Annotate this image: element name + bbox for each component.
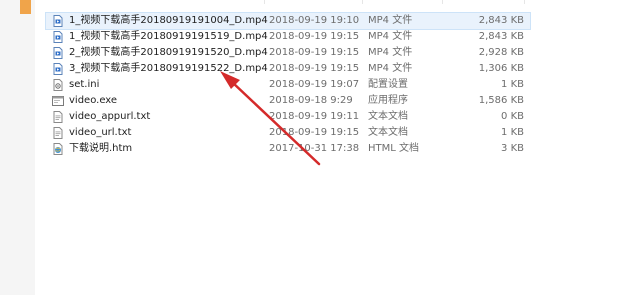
file-modified-date: 2018-09-19 19:15 [269,47,360,58]
navigation-pane [0,0,35,295]
file-name: video.exe [69,95,118,106]
folder-accent [20,0,31,14]
file-size: 1 KB [501,127,524,138]
text-file-icon [52,111,64,123]
file-modified-date: 2018-09-19 19:15 [269,127,360,138]
column-divider[interactable] [442,0,443,4]
file-row[interactable]: video.exe 2018-09-18 9:29 应用程序 1,586 KB [46,93,530,109]
file-modified-date: 2018-09-18 9:29 [269,95,353,106]
file-type: MP4 文件 [368,31,413,42]
file-name: 2_视频下载高手20180919191520_D.mp4 [69,47,268,58]
file-type: HTML 文档 [368,143,420,154]
file-name: video_url.txt [69,127,132,138]
file-row[interactable]: 3_视频下载高手20180919191522_D.mp4 2018-09-19 1… [46,61,530,77]
file-row[interactable]: 下载说明.htm 2017-10-31 17:38 HTML 文档 3 KB [46,141,530,157]
file-size: 1,306 KB [478,63,524,74]
text-file-icon [52,127,64,139]
file-modified-date: 2018-09-19 19:10 [269,15,360,26]
html-file-icon [52,143,64,155]
file-type: 文本文档 [368,127,408,138]
file-type: 文本文档 [368,111,408,122]
column-header-row [46,0,526,4]
mp4-file-icon [52,15,64,27]
file-type: MP4 文件 [368,63,413,74]
file-name: video_appurl.txt [69,111,151,122]
file-name: 1_视频下载高手20180919191004_D.mp4 [69,15,268,26]
file-row[interactable]: 1_视频下载高手20180919191004_D.mp4 2018-09-19 1… [45,12,531,30]
mp4-file-icon [52,31,64,43]
column-divider[interactable] [362,0,363,4]
file-type: MP4 文件 [368,15,413,26]
file-modified-date: 2018-09-19 19:15 [269,63,360,74]
file-modified-date: 2018-09-19 19:15 [269,31,360,42]
file-modified-date: 2017-10-31 17:38 [269,143,360,154]
file-row[interactable]: video_appurl.txt 2018-09-19 19:11 文本文档 0 KB [46,109,530,125]
file-row[interactable]: 1_视频下载高手20180919191519_D.mp4 2018-09-19 1… [46,29,530,45]
file-name: 1_视频下载高手20180919191519_D.mp4 [69,31,268,42]
file-modified-date: 2018-09-19 19:07 [269,79,360,90]
file-size: 2,843 KB [478,15,524,26]
file-size: 1,586 KB [478,95,524,106]
file-modified-date: 2018-09-19 19:11 [269,111,360,122]
column-divider[interactable] [264,0,265,4]
file-name: set.ini [69,79,100,90]
file-row[interactable]: 2_视频下载高手20180919191520_D.mp4 2018-09-19 1… [46,45,530,61]
file-list: 1_视频下载高手20180919191004_D.mp4 2018-09-19 1… [45,12,531,157]
file-type: 应用程序 [368,95,408,106]
mp4-file-icon [52,47,64,59]
file-size: 0 KB [501,111,524,122]
file-row[interactable]: set.ini 2018-09-19 19:07 配置设置 1 KB [46,77,530,93]
application-icon [52,95,64,107]
file-size: 3 KB [501,143,524,154]
file-type: 配置设置 [368,79,408,90]
mp4-file-icon [52,63,64,75]
file-name: 3_视频下载高手20180919191522_D.mp4 [69,63,268,74]
file-row[interactable]: video_url.txt 2018-09-19 19:15 文本文档 1 KB [46,125,530,141]
settings-file-icon [52,79,64,91]
file-type: MP4 文件 [368,47,413,58]
file-size: 2,928 KB [478,47,524,58]
file-size: 1 KB [501,79,524,90]
file-name: 下载说明.htm [69,143,133,154]
column-divider[interactable] [524,0,525,4]
file-size: 2,843 KB [478,31,524,42]
